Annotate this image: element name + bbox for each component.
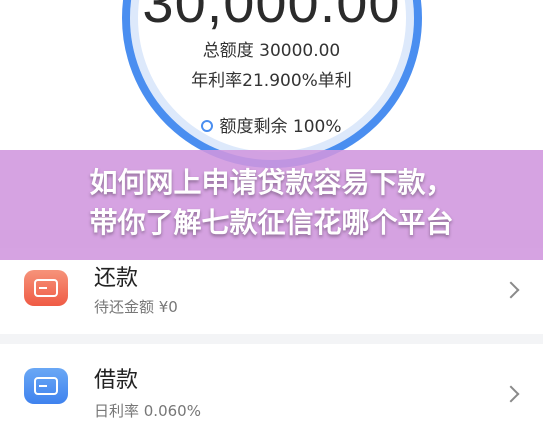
chevron-right-icon [502, 385, 520, 403]
borrow-card-icon [24, 368, 68, 404]
borrow-list-item[interactable]: 借款 日利率 0.060% [0, 344, 543, 424]
repay-list-item[interactable]: 还款 待还金额 ¥0 [0, 248, 543, 334]
banner-title-line-1: 如何网上申请贷款容易下款， [89, 166, 454, 199]
repay-subtitle: 待还金额 ¥0 [94, 298, 178, 316]
remaining-limit: 额度剩余 100% [0, 112, 543, 137]
chevron-right-icon [502, 281, 520, 299]
remaining-limit-text: 额度剩余 100% [219, 117, 342, 137]
available-amount: 30,000.00 [142, 0, 401, 34]
total-limit-text: 总额度 30000.00 [202, 41, 341, 61]
remaining-dot-icon [201, 120, 214, 132]
banner-title-line-2: 带你了解七款征信花哪个平台 [89, 206, 454, 239]
borrow-subtitle: 日利率 0.060% [94, 402, 201, 420]
repay-title: 还款 [94, 266, 139, 291]
annual-rate-text: 年利率21.900%单利 [191, 71, 352, 91]
borrow-title: 借款 [94, 368, 139, 393]
repay-card-icon [24, 270, 68, 306]
